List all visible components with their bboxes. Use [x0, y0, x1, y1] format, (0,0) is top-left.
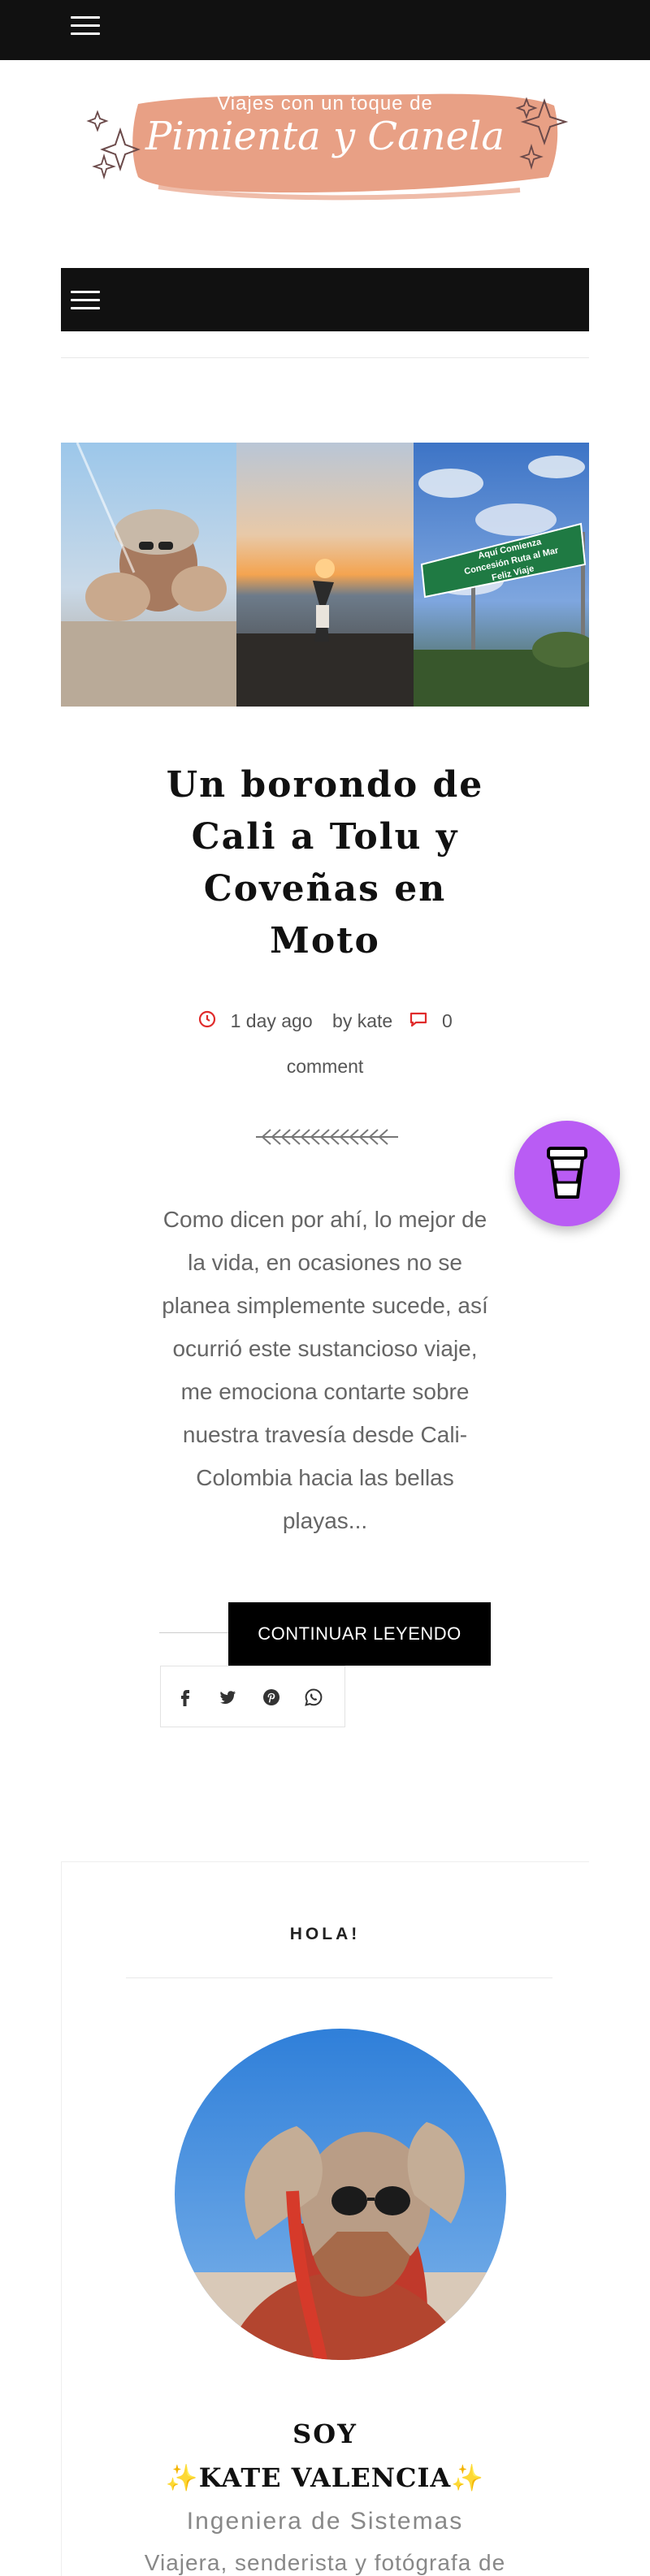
site-logo[interactable]: Viajes con un toque de Pimienta y Canela	[81, 81, 569, 203]
post-title[interactable]: Un borondo de Cali a Tolu y Coveñas en M…	[162, 759, 488, 967]
about-role: Ingeniera de Sistemas	[186, 2508, 464, 2535]
logo-title: Pimienta y Canela	[145, 114, 505, 159]
post-title-line: Un borondo de	[166, 764, 484, 806]
coffee-cup-icon	[547, 1147, 587, 1199]
nav-divider	[61, 357, 589, 358]
post-title-line: Coveñas en	[203, 868, 447, 910]
post-title-line: Moto	[270, 920, 380, 962]
read-more-button[interactable]: CONTINUAR LEYENDO	[228, 1602, 491, 1666]
main-nav-bar	[61, 268, 589, 331]
floating-coffee-button[interactable]	[514, 1121, 620, 1226]
hamburger-menu-icon[interactable]	[71, 291, 100, 310]
share-box	[160, 1666, 345, 1727]
featured-collage: Aquí Comienza Concesión Ruta al Mar Feli…	[61, 443, 589, 707]
logo-subtitle: Viajes con un toque de	[217, 93, 433, 115]
whatsapp-icon[interactable]	[302, 1686, 325, 1709]
clock-icon	[197, 1001, 217, 1044]
top-bar	[0, 0, 650, 60]
comment-icon	[408, 1001, 429, 1044]
widget-title-divider	[126, 1977, 552, 1978]
comment-count[interactable]: 0	[442, 1010, 453, 1031]
pinterest-icon[interactable]	[260, 1686, 283, 1709]
twitter-icon[interactable]	[216, 1686, 239, 1709]
comment-label[interactable]: comment	[287, 1056, 364, 1077]
post-meta: 1 day ago by kate 0 comment	[162, 999, 488, 1088]
arrow-divider	[256, 1125, 398, 1149]
facebook-icon[interactable]	[174, 1686, 197, 1709]
post-excerpt: Como dicen por ahí, lo mejor de la vida,…	[162, 1207, 488, 1533]
widget-title: HOLA!	[289, 1925, 361, 1943]
post-author[interactable]: by kate	[332, 1010, 392, 1031]
about-heading: SOY ✨KATE VALENCIA✨	[61, 2412, 589, 2500]
about-soy: SOY	[292, 2418, 358, 2449]
about-role-2: Viajera, senderista y fotógrafa de	[144, 2550, 506, 2575]
profile-photo	[175, 2029, 506, 2360]
post-title-line: Cali a Tolu y	[191, 816, 459, 858]
featured-image[interactable]: Aquí Comienza Concesión Ruta al Mar Feli…	[61, 443, 589, 707]
hamburger-menu-icon[interactable]	[71, 16, 100, 36]
post-time: 1 day ago	[230, 1010, 313, 1031]
read-more-line	[159, 1632, 228, 1633]
about-name: ✨KATE VALENCIA✨	[165, 2462, 485, 2493]
